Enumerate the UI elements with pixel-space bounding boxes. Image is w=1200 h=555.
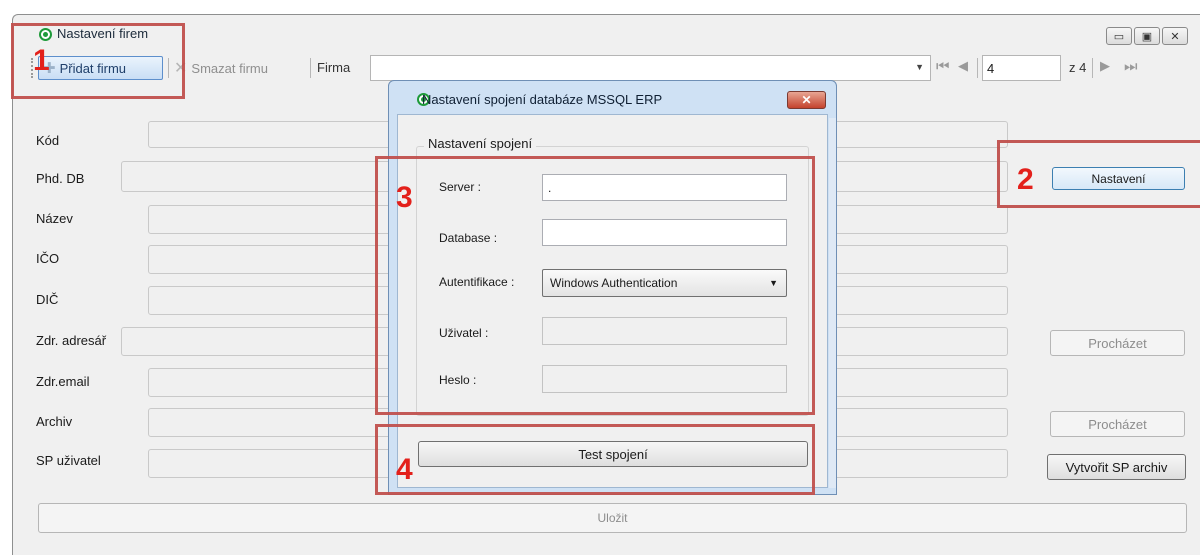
minimize-icon: ▭ [1113, 30, 1125, 43]
last-record-icon[interactable]: ⏭ [1124, 58, 1138, 75]
annotation-number-1: 1 [33, 44, 50, 77]
record-number-input[interactable]: 4 [982, 55, 1061, 81]
toolbar-separator [977, 58, 978, 78]
annotation-box-4 [375, 424, 815, 495]
next-record-icon[interactable]: ▶ [1100, 58, 1110, 74]
row-label: DIČ [36, 292, 59, 307]
previous-record-icon[interactable]: ◀ [958, 58, 968, 74]
chevron-down-icon: ▼ [915, 62, 924, 72]
vytvorit-sp-archiv-button[interactable]: Vytvořit SP archiv [1047, 454, 1186, 480]
prochazet-adresar-button[interactable]: Procházet [1050, 330, 1185, 356]
close-icon: ✕ [1170, 30, 1180, 43]
annotation-box-3 [375, 156, 815, 415]
toolbar-separator [310, 58, 311, 78]
groupbox-title: Nastavení spojení [424, 136, 537, 151]
close-button[interactable]: ✕ [1162, 27, 1188, 45]
row-label: Phd. DB [36, 171, 85, 186]
record-total-label: z 4 [1069, 60, 1087, 75]
row-label: Kód [36, 133, 60, 148]
minimize-button[interactable]: ▭ [1106, 27, 1132, 45]
row-label: Zdr.email [36, 374, 90, 389]
dialog-title: Nastavení spojení databáze MSSQL ERP [422, 92, 663, 107]
maximize-icon: ▣ [1141, 30, 1153, 43]
maximize-button[interactable]: ▣ [1134, 27, 1160, 45]
dialog-scrollbar[interactable] [829, 118, 836, 488]
row-label: SP uživatel [36, 453, 101, 468]
delete-company-button[interactable]: ✕ Smazat firmu [174, 58, 268, 78]
dialog-close-button[interactable]: ✕ [787, 91, 826, 109]
row-label: IČO [36, 251, 60, 266]
annotation-number-4: 4 [396, 453, 413, 486]
firma-combobox[interactable]: ▼ [370, 55, 931, 81]
first-record-icon[interactable]: ⏮ [936, 58, 950, 75]
close-icon: ✕ [801, 93, 812, 107]
save-button[interactable]: Uložit [38, 503, 1187, 533]
row-label: Zdr. adresář [36, 333, 107, 348]
row-label: Název [36, 211, 73, 226]
prochazet-archiv-button[interactable]: Procházet [1050, 411, 1185, 437]
annotation-number-2: 2 [1017, 163, 1034, 196]
row-label: Archiv [36, 414, 73, 429]
toolbar-separator [1092, 58, 1093, 78]
delete-company-label: Smazat firmu [191, 60, 268, 76]
annotation-number-3: 3 [396, 181, 413, 214]
firma-label: Firma [317, 60, 351, 75]
